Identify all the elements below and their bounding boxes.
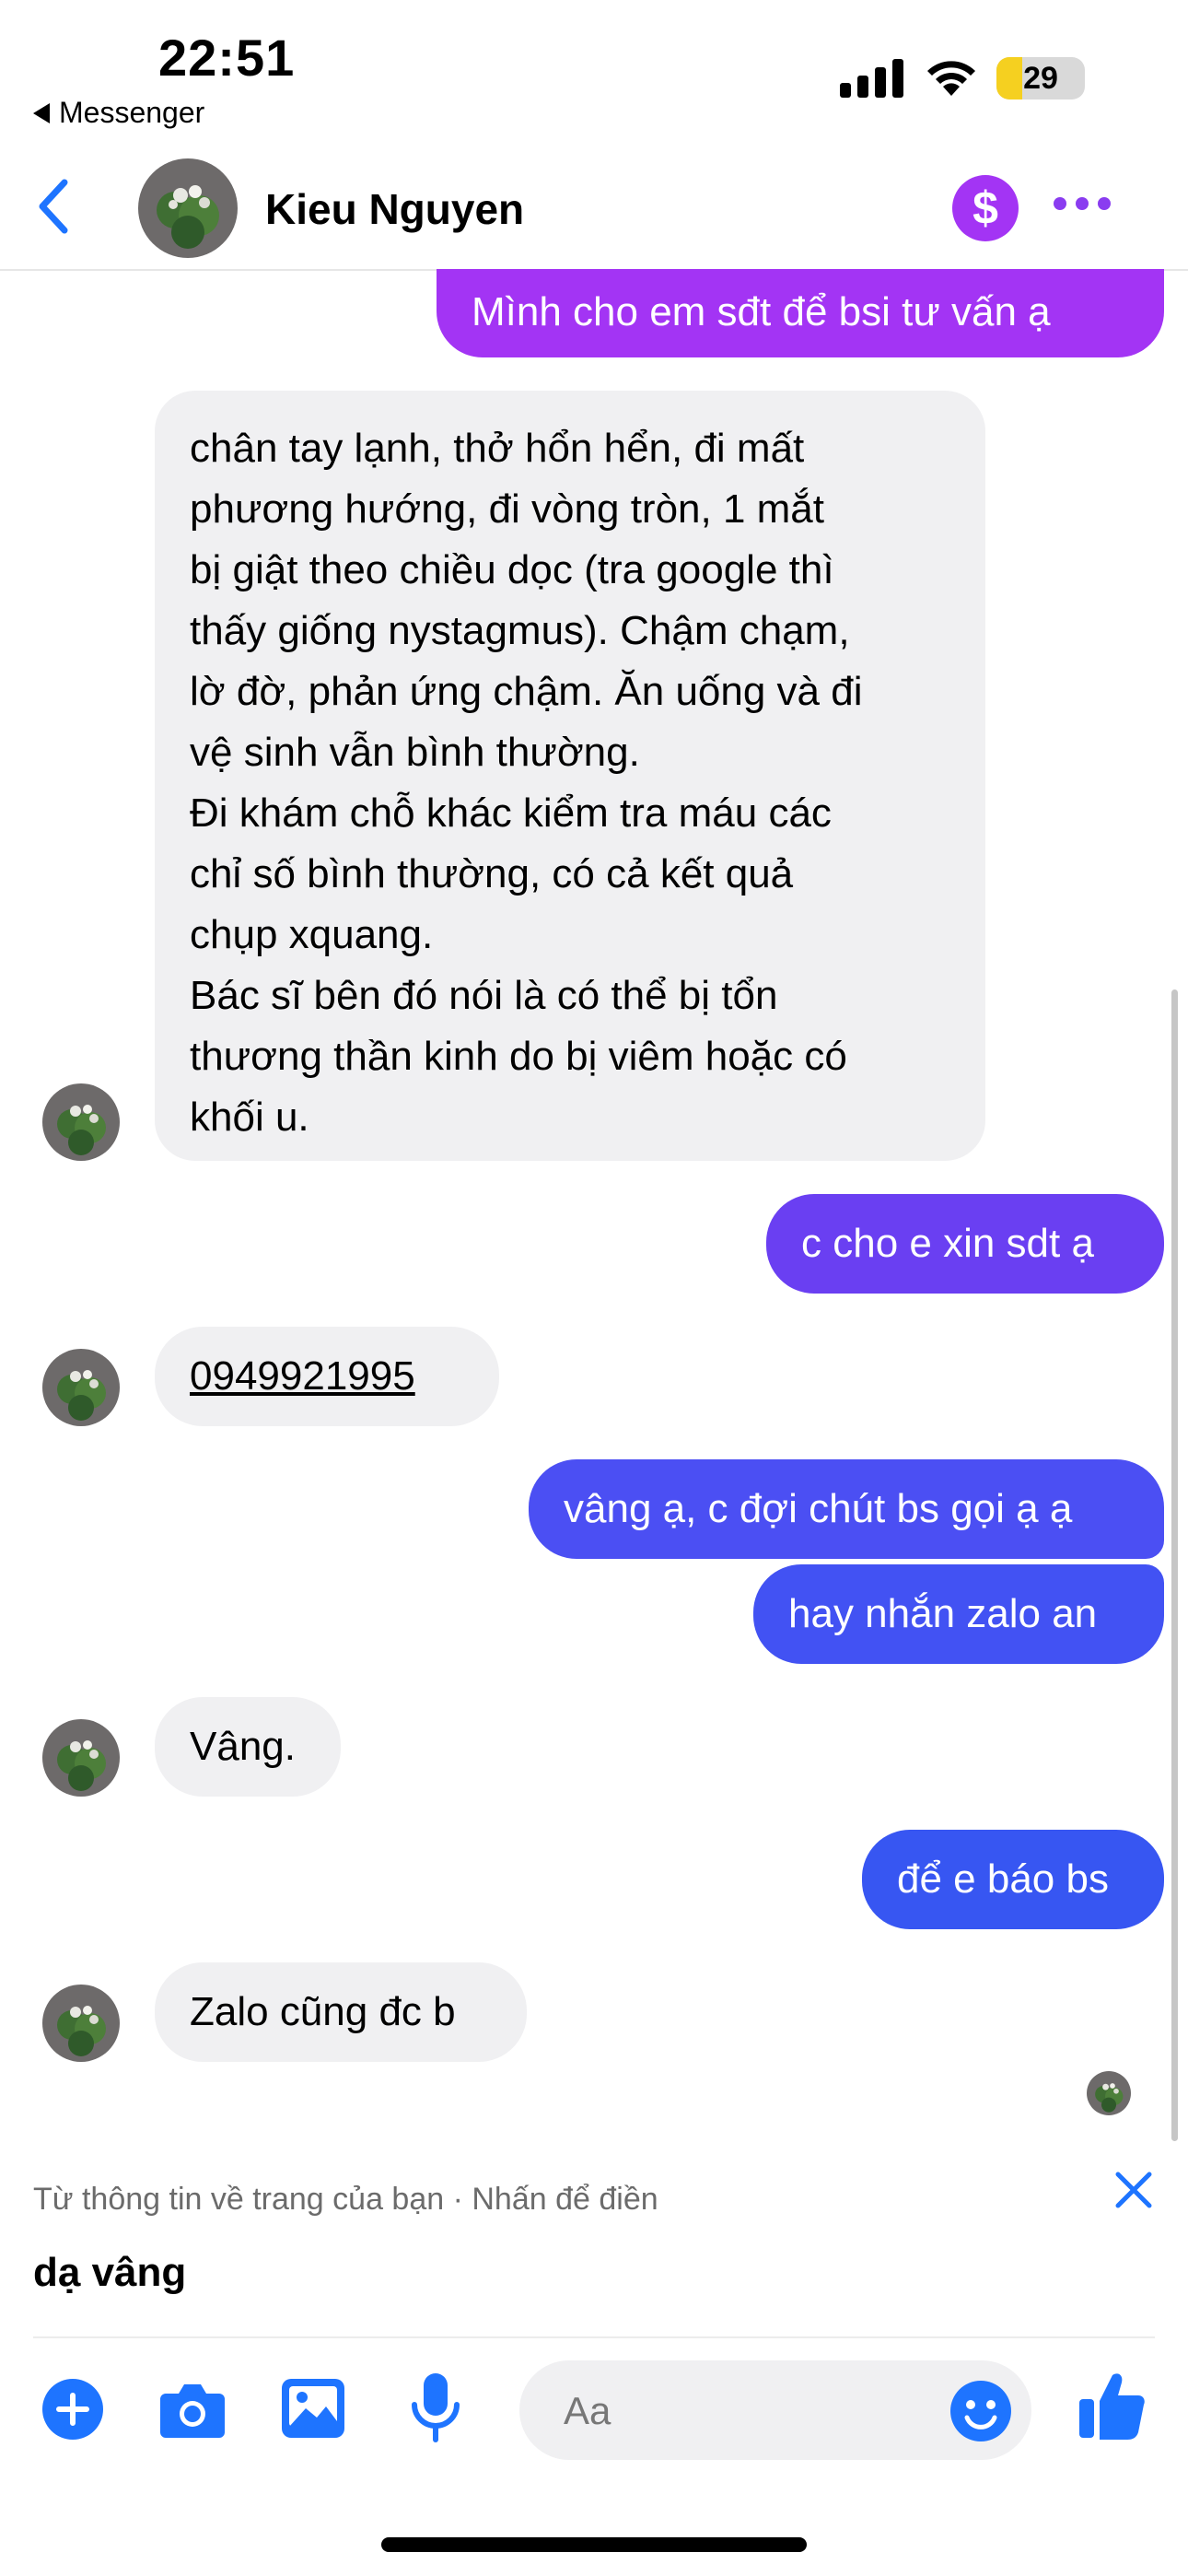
outgoing-message[interactable]: hay nhắn zalo an — [753, 1564, 1164, 1664]
sender-avatar[interactable] — [42, 1083, 120, 1161]
message-line: Đi khám chỗ khác kiểm tra máu các — [190, 790, 832, 836]
message-input[interactable] — [562, 2360, 934, 2462]
battery-tip — [1076, 70, 1083, 87]
outgoing-message[interactable]: c cho e xin sdt ạ — [766, 1194, 1164, 1294]
sender-avatar[interactable] — [42, 1719, 120, 1797]
message-line: phương hướng, đi vòng tròn, 1 mắt — [190, 486, 825, 532]
message-line: bị giật theo chiều dọc (tra google thì — [190, 547, 834, 592]
contact-avatar[interactable] — [138, 158, 238, 258]
home-indicator — [381, 2537, 807, 2552]
message-text: Zalo cũng đc b — [190, 1989, 456, 2034]
message-line: chụp xquang. — [190, 912, 434, 957]
back-to-app-link[interactable]: Messenger — [33, 96, 204, 130]
suggestion-divider — [33, 2336, 1155, 2338]
cellular-signal-icon — [840, 57, 903, 98]
message-line: khối u. — [190, 1095, 309, 1140]
back-triangle-icon — [33, 102, 50, 123]
incoming-message[interactable]: 0949921995 — [155, 1327, 499, 1426]
message-text: để e báo bs — [897, 1856, 1109, 1902]
plus-icon[interactable] — [41, 2377, 105, 2441]
phone-number-link[interactable]: 0949921995 — [190, 1353, 415, 1399]
microphone-icon[interactable] — [409, 2371, 462, 2445]
wifi-icon — [927, 61, 975, 96]
sender-avatar[interactable] — [42, 1349, 120, 1426]
message-line: lờ đờ, phản ứng chậm. Ăn uống và đi — [190, 669, 863, 714]
message-line: chân tay lạnh, thở hổn hển, đi mất — [190, 426, 805, 471]
message-line: thương thần kinh do bị viêm hoặc có — [190, 1034, 847, 1079]
outgoing-message[interactable]: vâng ạ, c đợi chút bs gọi ạ ạ — [529, 1459, 1164, 1559]
message-text: vâng ạ, c đợi chút bs gọi ạ ạ — [564, 1486, 1073, 1531]
outgoing-message[interactable]: để e báo bs — [862, 1830, 1164, 1929]
incoming-message[interactable]: Zalo cũng đc b — [155, 1962, 527, 2062]
suggested-reply[interactable]: dạ vâng — [33, 2250, 186, 2296]
back-app-label: Messenger — [59, 96, 205, 129]
camera-icon[interactable] — [158, 2379, 227, 2440]
close-icon[interactable] — [1111, 2167, 1157, 2213]
suggestion-hint: Từ thông tin về trang của bạn · Nhấn để … — [33, 2182, 658, 2217]
message-input-container[interactable] — [519, 2360, 1031, 2462]
outgoing-message[interactable]: Mình cho em sđt để bsi tư vấn ạ — [437, 269, 1164, 357]
message-line: chỉ số bình thường, có cả kết quả — [190, 851, 794, 896]
more-icon[interactable] — [1054, 197, 1111, 210]
message-text: Mình cho em sđt để bsi tư vấn ạ — [472, 289, 1051, 334]
incoming-message[interactable]: chân tay lạnh, thở hổn hển, đi mất phương… — [155, 391, 985, 1161]
message-text: c cho e xin sdt ạ — [801, 1221, 1094, 1266]
battery-percent: 29 — [1023, 60, 1058, 96]
thumbs-up-icon[interactable] — [1077, 2368, 1147, 2441]
seen-receipt-avatar — [1087, 2071, 1131, 2115]
incoming-message[interactable]: Vâng. — [155, 1697, 341, 1797]
photo-icon[interactable] — [280, 2375, 346, 2441]
message-line: vệ sinh vẫn bình thường. — [190, 730, 640, 775]
message-text: chân tay lạnh, thở hổn hển, đi mất phương… — [190, 418, 950, 1148]
status-time: 22:51 — [158, 29, 296, 87]
emoji-icon[interactable] — [949, 2379, 1013, 2443]
contact-name[interactable]: Kieu Nguyen — [265, 184, 524, 234]
avatar-image — [138, 158, 238, 258]
battery-indicator: 29 — [996, 57, 1085, 100]
scrollbar[interactable] — [1171, 989, 1178, 2141]
back-chevron-icon[interactable] — [31, 177, 77, 236]
message-line: thấy giống nystagmus). Chậm chạm, — [190, 608, 850, 653]
message-text: Vâng. — [190, 1724, 296, 1769]
message-text: hay nhắn zalo an — [788, 1591, 1098, 1636]
message-line: Bác sĩ bên đó nói là có thể bị tổn — [190, 973, 778, 1018]
sender-avatar[interactable] — [42, 1985, 120, 2062]
dollar-icon[interactable]: $ — [952, 175, 1019, 241]
